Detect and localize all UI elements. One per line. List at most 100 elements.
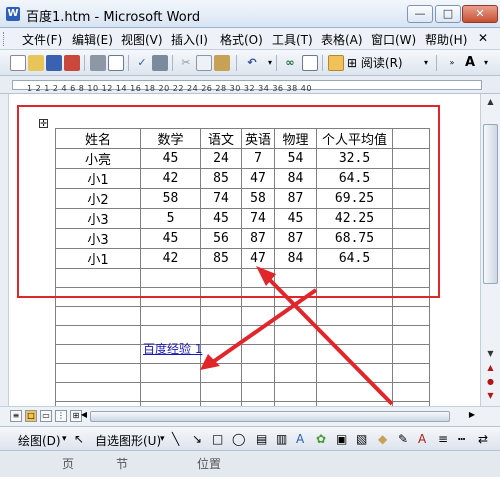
draw-menu[interactable]: 绘图(D) (18, 432, 61, 449)
select-objects-icon[interactable]: ↖ (74, 432, 84, 446)
spelling-icon[interactable]: ✓ (134, 55, 150, 71)
table-cell[interactable] (200, 306, 242, 326)
print-preview-icon[interactable] (108, 55, 124, 71)
menu-insert[interactable]: 插入(I) (171, 31, 208, 48)
table-cell[interactable] (200, 382, 242, 402)
table-cell[interactable] (274, 325, 317, 345)
next-page-icon[interactable]: ▼ (484, 390, 497, 402)
table-cell[interactable] (55, 382, 141, 402)
paste-icon[interactable] (214, 55, 230, 71)
table-cell[interactable] (241, 363, 275, 383)
vertical-scrollbar[interactable]: ▲ ▼ ▲ ● ▼ (480, 94, 500, 406)
table-cell[interactable] (274, 344, 317, 364)
print-icon[interactable] (90, 55, 106, 71)
table-cell[interactable] (274, 363, 317, 383)
vertical-scroll-thumb[interactable] (483, 124, 498, 284)
scroll-down-icon[interactable]: ▼ (484, 348, 497, 360)
fill-color-icon[interactable]: ◆ (378, 432, 387, 446)
table-cell[interactable] (392, 382, 430, 402)
line-style-icon[interactable]: ≡ (438, 432, 448, 446)
word-app-icon[interactable]: W (6, 7, 20, 21)
table-cell[interactable] (274, 306, 317, 326)
menu-help[interactable]: 帮助(H) (425, 31, 467, 48)
research-icon[interactable] (152, 55, 168, 71)
menu-edit[interactable]: 编辑(E) (72, 31, 113, 48)
previous-page-icon[interactable]: ▲ (484, 362, 497, 374)
minimize-button[interactable]: — (407, 5, 433, 23)
table-cell[interactable] (241, 306, 275, 326)
arrow-style-icon[interactable]: ⇄ (478, 432, 488, 446)
menu-grip[interactable] (3, 32, 7, 46)
vertical-textbox-icon[interactable]: ▥ (276, 432, 287, 446)
draw-dropdown-icon[interactable]: ▾ (62, 434, 67, 444)
wordart-icon[interactable]: A (296, 432, 304, 446)
autoshapes-dropdown-icon[interactable]: ▾ (160, 434, 165, 444)
more-buttons-icon[interactable]: » (444, 55, 460, 71)
table-cell[interactable] (392, 325, 430, 345)
print-layout-icon[interactable]: ▭ (40, 410, 52, 422)
table-cell[interactable] (200, 363, 242, 383)
table-cell[interactable] (200, 344, 242, 364)
font-color-icon[interactable]: A (418, 432, 426, 446)
scroll-up-icon[interactable]: ▲ (484, 96, 497, 108)
maximize-button[interactable]: □ (435, 5, 461, 23)
scroll-left-icon[interactable]: ◀ (78, 410, 90, 422)
table-cell[interactable] (140, 382, 201, 402)
menu-window[interactable]: 窗口(W) (371, 31, 416, 48)
select-browse-object-icon[interactable]: ● (484, 376, 497, 388)
table-cell[interactable] (274, 382, 317, 402)
font-options-icon[interactable]: ▾ (478, 55, 494, 71)
normal-view-icon[interactable]: ≡ (10, 410, 22, 422)
table-cell[interactable] (55, 344, 141, 364)
rectangle-tool-icon[interactable]: □ (212, 432, 223, 446)
table-cell[interactable] (392, 306, 430, 326)
diagram-icon[interactable]: ✿ (316, 432, 326, 446)
ruler-strip[interactable]: 1 2 1 2 4 6 8 10 12 14 16 18 20 22 24 26… (12, 80, 482, 93)
table-cell[interactable] (140, 306, 201, 326)
table-cell[interactable] (241, 344, 275, 364)
table-cell[interactable] (316, 325, 393, 345)
new-document-icon[interactable] (10, 55, 26, 71)
table-cell[interactable] (316, 344, 393, 364)
menu-format[interactable]: 格式(O) (220, 31, 263, 48)
table-cell[interactable] (55, 325, 141, 345)
table-cell[interactable] (241, 382, 275, 402)
arrow-tool-icon[interactable]: ↘ (192, 432, 202, 446)
table-cell[interactable] (241, 325, 275, 345)
tables-borders-icon[interactable] (302, 55, 318, 71)
outline-view-icon[interactable]: ⋮ (55, 410, 67, 422)
table-cell[interactable] (140, 363, 201, 383)
table-cell[interactable] (316, 382, 393, 402)
textbox-tool-icon[interactable]: ▤ (256, 432, 267, 446)
save-icon[interactable] (46, 55, 62, 71)
dash-style-icon[interactable]: ┅ (458, 432, 465, 446)
table-cell[interactable] (392, 344, 430, 364)
toolbar-options-icon[interactable]: ▾ (418, 55, 434, 71)
undo-icon[interactable]: ↶ (244, 55, 260, 71)
clipart-icon[interactable]: ▣ (336, 432, 347, 446)
table-cell[interactable] (316, 306, 393, 326)
cut-icon[interactable]: ✂ (178, 55, 194, 71)
oval-tool-icon[interactable]: ◯ (232, 432, 245, 446)
menu-tools[interactable]: 工具(T) (272, 31, 313, 48)
open-folder-icon[interactable] (28, 55, 44, 71)
baidu-jingyan-link[interactable]: 百度经验 1 (143, 340, 202, 357)
table-cell[interactable] (200, 325, 242, 345)
table-cell[interactable] (316, 363, 393, 383)
picture-icon[interactable]: ▧ (356, 432, 367, 446)
document-area[interactable]: ✛ 姓名 数学 语文 英语 物理 个人平均值 小亮 45 24 7 54 32.… (0, 94, 480, 406)
table-cell[interactable] (55, 363, 141, 383)
font-size-icon[interactable]: A (462, 55, 478, 71)
line-tool-icon[interactable]: ╲ (172, 432, 179, 446)
table-cell[interactable] (55, 306, 141, 326)
menu-close-doc-icon[interactable]: ✕ (478, 31, 488, 45)
permission-icon[interactable] (64, 55, 80, 71)
document-map-icon[interactable] (328, 55, 344, 71)
menu-file[interactable]: 文件(F) (22, 31, 62, 48)
close-button[interactable]: ✕ (462, 5, 498, 23)
copy-icon[interactable] (196, 55, 212, 71)
table-cell[interactable] (392, 363, 430, 383)
scroll-right-icon[interactable]: ▶ (466, 410, 478, 422)
autoshapes-menu[interactable]: 自选图形(U) (95, 432, 161, 449)
horizontal-scroll-thumb[interactable] (90, 411, 450, 422)
